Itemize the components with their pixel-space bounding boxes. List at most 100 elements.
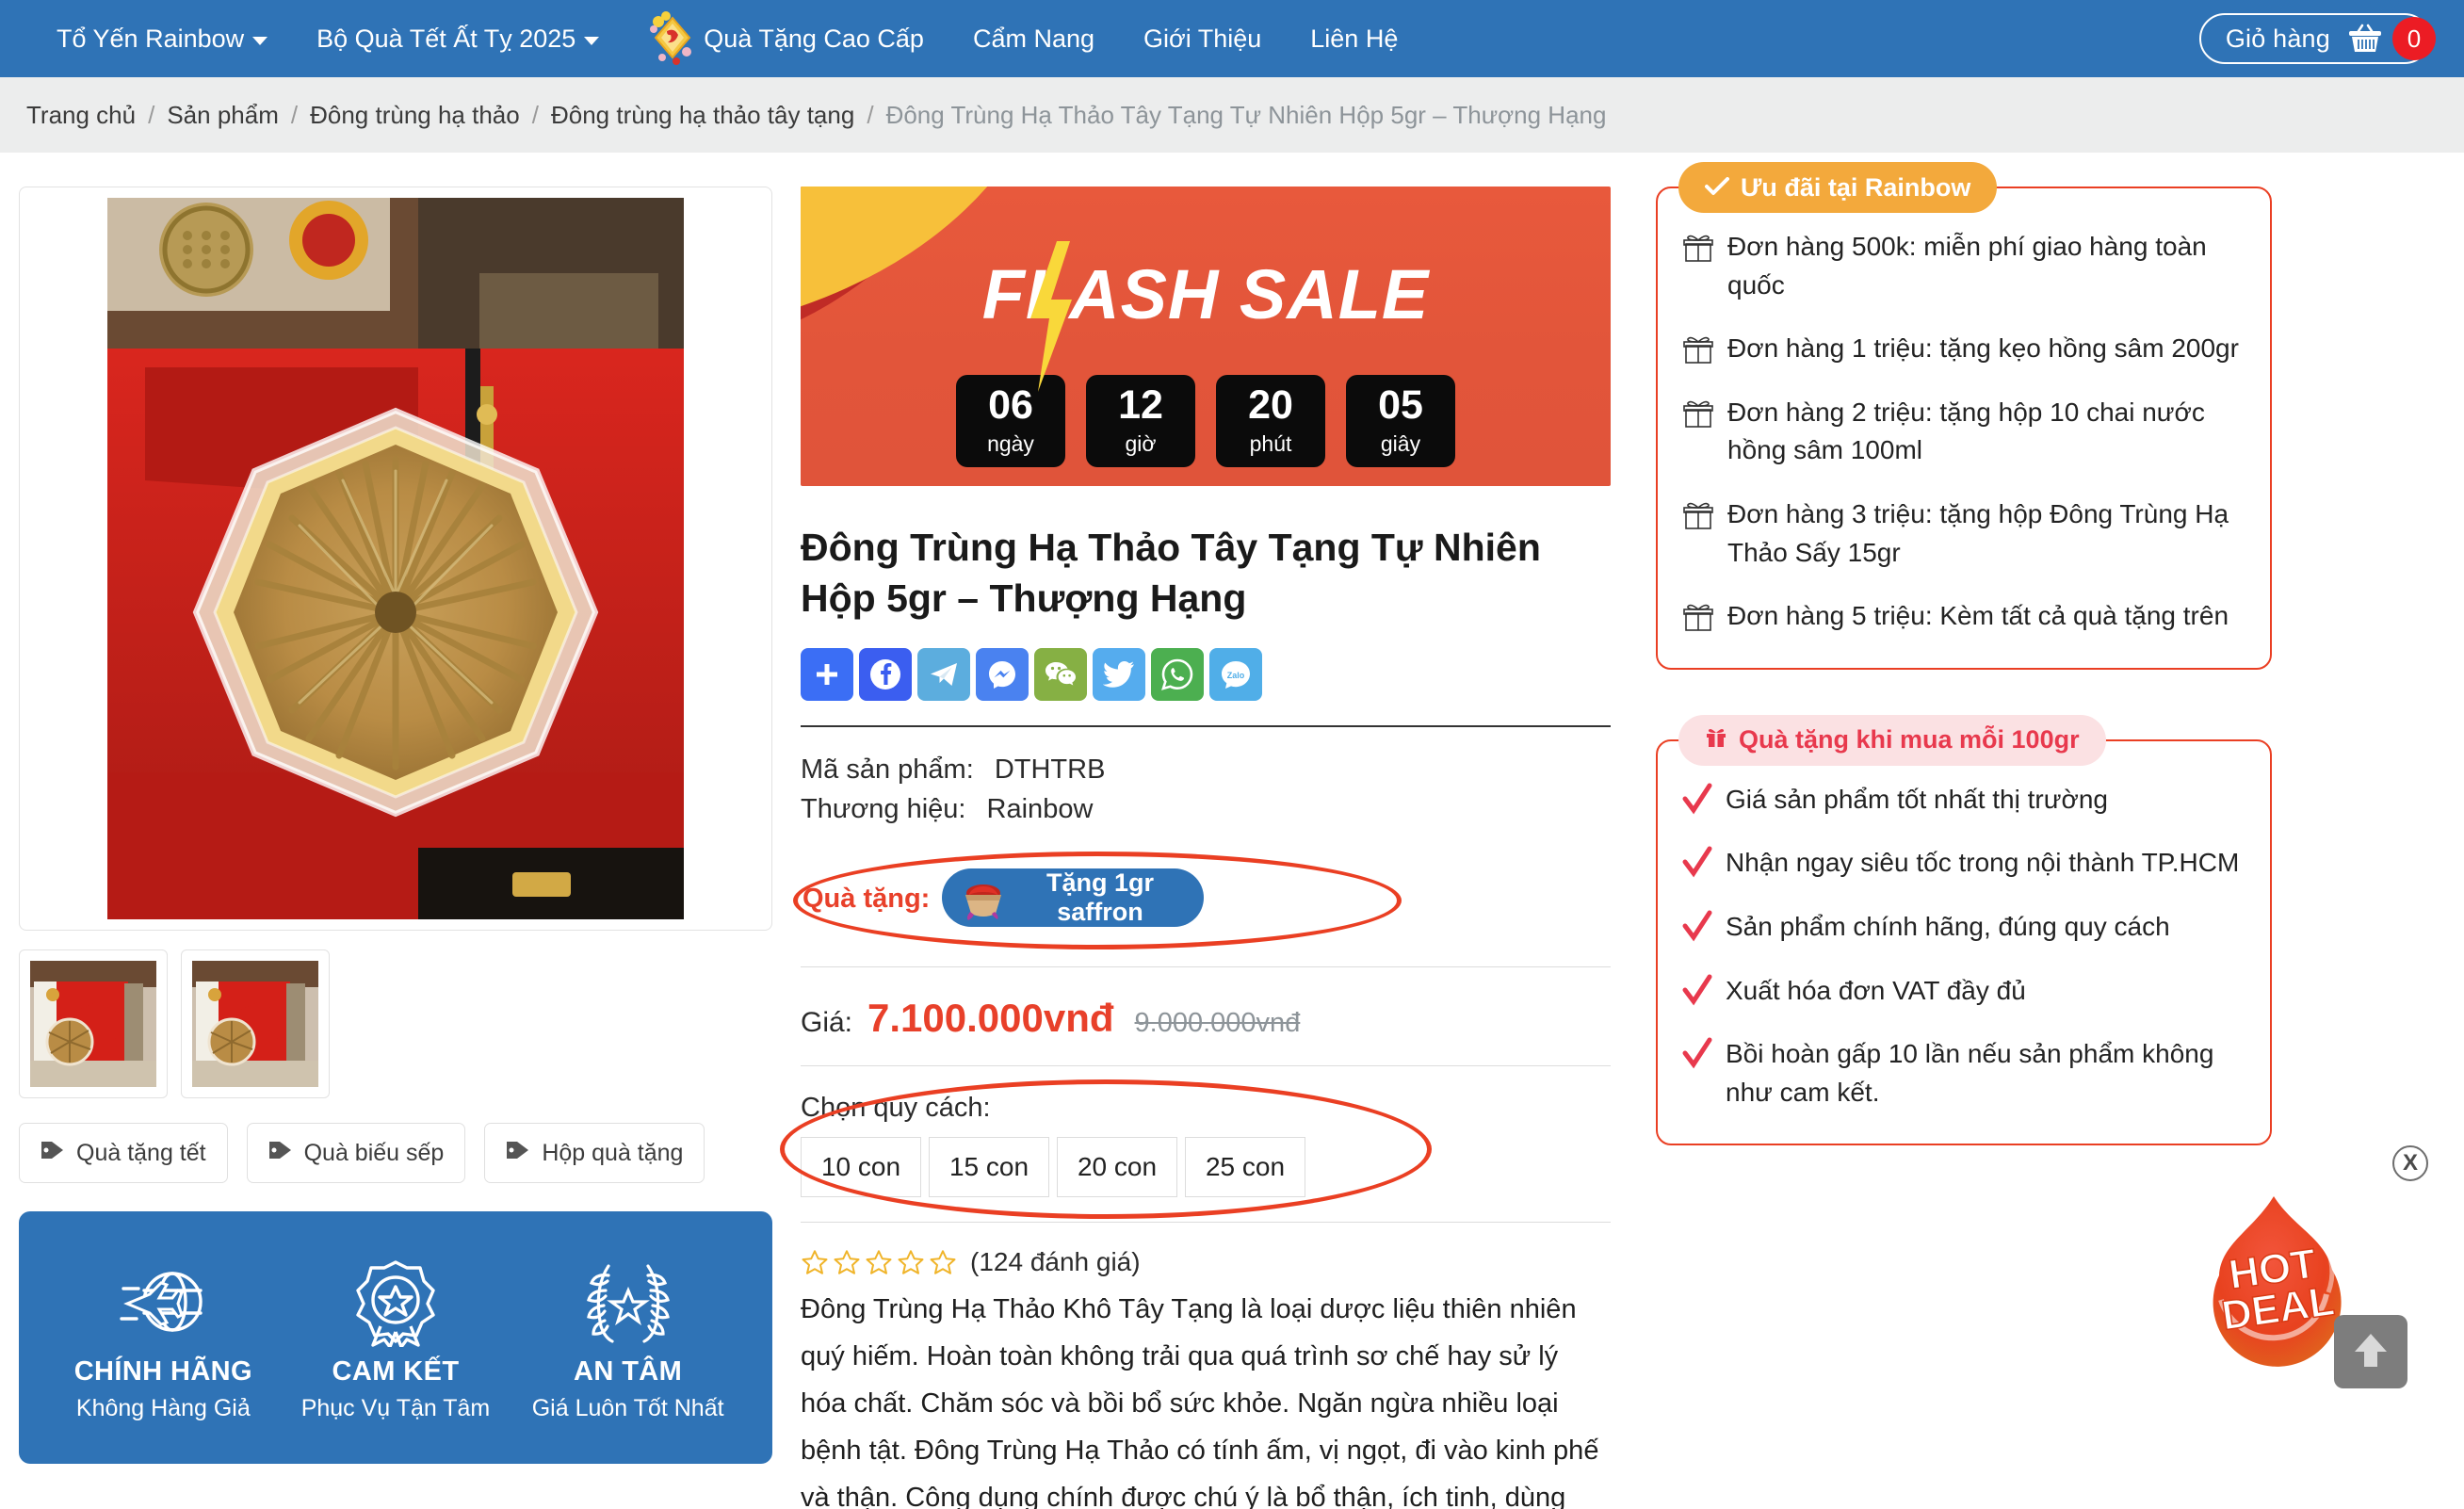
- trust-item-an-tam: AN TÂM Giá Luôn Tốt Nhất: [513, 1253, 743, 1422]
- star-icon[interactable]: [865, 1248, 893, 1276]
- promo-gifts-tab: Quà tặng khi mua mỗi 100gr: [1678, 714, 2106, 766]
- product-meta: Mã sản phẩm: DTHTRB Thương hiệu: Rainbow: [801, 750, 1611, 829]
- nav-item-bo-qua-tet[interactable]: Bộ Quà Tết Ất Tỵ 2025: [292, 25, 624, 52]
- countdown-unit: phút: [1249, 431, 1292, 456]
- thumbnail-1[interactable]: [181, 949, 330, 1098]
- list-item: Đơn hàng 500k: miễn phí giao hàng toàn q…: [1682, 228, 2245, 304]
- promo-offers-tab-label: Ưu đãi tại Rainbow: [1741, 172, 1971, 202]
- nav-item-to-yen-rainbow[interactable]: Tổ Yến Rainbow: [32, 25, 292, 52]
- tag-qua-bieu-sep[interactable]: Quà biếu sếp: [246, 1123, 466, 1183]
- product-page: Tổ Yến Rainbow Bộ Quà Tết Ất Tỵ 2025 Quà…: [0, 0, 2464, 1509]
- promo-offer-text: Đơn hàng 5 triệu: Kèm tất cả quà tặng tr…: [1727, 601, 2229, 631]
- scroll-to-top-button[interactable]: [2334, 1315, 2407, 1388]
- countdown-unit: giờ: [1125, 431, 1157, 456]
- trust-banner: CHÍNH HÃNG Không Hàng Giả CAM KẾT Phục V…: [19, 1211, 772, 1464]
- breadcrumb: Trang chủ / Sản phẩm / Đông trùng hạ thả…: [0, 77, 2464, 153]
- variant-option-10-con[interactable]: 10 con: [801, 1137, 921, 1198]
- breadcrumb-separator: /: [290, 100, 299, 129]
- countdown-unit: giây: [1380, 431, 1421, 456]
- breadcrumb-item-san-pham[interactable]: Sản phẩm: [167, 101, 279, 130]
- countdown-minutes: 20 phút: [1216, 375, 1325, 467]
- promo-offers-box: Ưu đãi tại Rainbow Đơn hàng 500k: miễn p…: [1656, 162, 2272, 670]
- breadcrumb-item-dong-trung-ha-thao-tay-tang[interactable]: Đông trùng hạ thảo tây tạng: [551, 101, 854, 130]
- thumbnail-0[interactable]: [19, 949, 168, 1098]
- list-item: Bồi hoàn gấp 10 lần nếu sản phẩm không n…: [1682, 1035, 2245, 1111]
- promo-gifts-tab-label: Quà tặng khi mua mỗi 100gr: [1739, 725, 2080, 754]
- nav-item-label: Cẩm Nang: [972, 24, 1095, 53]
- whatsapp-icon[interactable]: [1151, 648, 1204, 702]
- variant-option-25-con[interactable]: 25 con: [1185, 1137, 1305, 1198]
- trust-subtitle: Phục Vụ Tận Tâm: [300, 1395, 491, 1421]
- promo-gift-text: Bồi hoàn gấp 10 lần nếu sản phẩm không n…: [1726, 1039, 2214, 1107]
- tag-qua-tang-tet[interactable]: Quà tặng tết: [19, 1123, 228, 1183]
- svg-text:Zalo: Zalo: [1227, 671, 1245, 680]
- nav-item-cam-nang[interactable]: Cẩm Nang: [948, 24, 1119, 53]
- list-item: Đơn hàng 3 triệu: tặng hộp Đông Trùng Hạ…: [1682, 495, 2245, 572]
- check-mark-icon: [1682, 910, 1712, 942]
- product-sku-label: Mã sản phẩm:: [801, 754, 974, 786]
- gift-box-icon: [1682, 232, 1714, 264]
- rating-row[interactable]: (124 đánh giá): [801, 1247, 1611, 1277]
- product-sku-row: Mã sản phẩm: DTHTRB: [801, 750, 1611, 789]
- divider: [801, 966, 1611, 968]
- nav-item-qua-tang-cao-cap[interactable]: Quà Tặng Cao Cấp: [624, 10, 948, 67]
- thumbnail-image: [30, 961, 156, 1087]
- trust-title: AN TÂM: [574, 1356, 683, 1387]
- telegram-icon[interactable]: [917, 648, 970, 702]
- product-sku-value: DTHTRB: [994, 754, 1106, 786]
- price-original: 9.000.000vnđ: [1134, 1008, 1301, 1039]
- nav-item-gioi-thieu[interactable]: Giới Thiệu: [1119, 25, 1286, 52]
- lightning-bolt-icon: [1025, 241, 1076, 392]
- breadcrumb-current: Đông Trùng Hạ Thảo Tây Tạng Tự Nhiên Hộp…: [885, 100, 1607, 129]
- product-brand-row: Thương hiệu: Rainbow: [801, 789, 1611, 829]
- rating-stars[interactable]: [801, 1248, 957, 1276]
- thumbnail-list: [19, 949, 772, 1098]
- breadcrumb-item-dong-trung-ha-thao[interactable]: Đông trùng hạ thảo: [310, 101, 520, 130]
- wechat-icon[interactable]: [1034, 648, 1087, 702]
- promo-offer-text: Đơn hàng 1 triệu: tặng kẹo hồng sâm 200g…: [1727, 333, 2239, 364]
- page-title: Đông Trùng Hạ Thảo Tây Tạng Tự Nhiên Hộp…: [801, 526, 1541, 621]
- star-icon[interactable]: [801, 1248, 829, 1276]
- list-item: Sản phẩm chính hãng, đúng quy cách: [1682, 908, 2245, 947]
- promo-sidebar: Ưu đãi tại Rainbow Đơn hàng 500k: miễn p…: [1656, 162, 2272, 1146]
- trust-subtitle: Giá Luôn Tốt Nhất: [531, 1395, 724, 1421]
- divider: [801, 725, 1611, 728]
- breadcrumb-item-trang-chu[interactable]: Trang chủ: [26, 101, 136, 130]
- product-main-image[interactable]: [19, 187, 772, 931]
- promo-gifts-box: Quà tặng khi mua mỗi 100gr Giá sản phẩm …: [1656, 714, 2272, 1146]
- shopping-basket-icon: [2347, 24, 2383, 54]
- promo-offer-text: Đơn hàng 3 triệu: tặng hộp Đông Trùng Hạ…: [1727, 498, 2229, 567]
- check-mark-icon: [1682, 846, 1712, 878]
- product-brand-value: Rainbow: [986, 794, 1094, 825]
- variant-option-20-con[interactable]: 20 con: [1057, 1137, 1177, 1198]
- gift-saffron-button[interactable]: Tặng 1gr saffron: [942, 868, 1204, 928]
- addthis-plus-icon[interactable]: [801, 648, 853, 702]
- close-icon[interactable]: X: [2392, 1145, 2428, 1181]
- nav-item-lien-he[interactable]: Liên Hệ: [1286, 25, 1422, 52]
- facebook-icon[interactable]: [859, 648, 912, 702]
- variant-option-15-con[interactable]: 15 con: [929, 1137, 1049, 1198]
- trust-item-chinh-hang: CHÍNH HÃNG Không Hàng Giả: [48, 1253, 278, 1422]
- product-description: Đông Trùng Hạ Thảo Khô Tây Tạng là loại …: [801, 1294, 1599, 1509]
- gift-box-icon: [1682, 398, 1714, 430]
- nav-item-label: Quà Tặng Cao Cấp: [704, 24, 924, 53]
- divider: [801, 1065, 1611, 1067]
- zalo-icon[interactable]: Zalo: [1209, 648, 1262, 702]
- star-icon[interactable]: [833, 1248, 861, 1276]
- star-icon[interactable]: [897, 1248, 925, 1276]
- gift-box-icon: [1682, 499, 1714, 531]
- list-item: Giá sản phẩm tốt nhất thị trường: [1682, 781, 2245, 819]
- breadcrumb-separator: /: [531, 100, 539, 129]
- countdown-value: 05: [1378, 382, 1423, 428]
- laurel-wreath-icon: [513, 1253, 743, 1351]
- star-icon[interactable]: [929, 1248, 957, 1276]
- tag-hop-qua-tang[interactable]: Hộp quà tặng: [484, 1123, 705, 1183]
- arrow-up-icon: [2351, 1329, 2391, 1375]
- check-icon: [1705, 173, 1729, 203]
- tag-icon: [41, 1139, 65, 1168]
- cart-button[interactable]: Giỏ hàng 0: [2198, 13, 2436, 64]
- globe-airplane-icon: [48, 1253, 278, 1351]
- price-label: Giá:: [801, 1007, 853, 1039]
- twitter-icon[interactable]: [1093, 648, 1145, 702]
- messenger-icon[interactable]: [976, 648, 1029, 702]
